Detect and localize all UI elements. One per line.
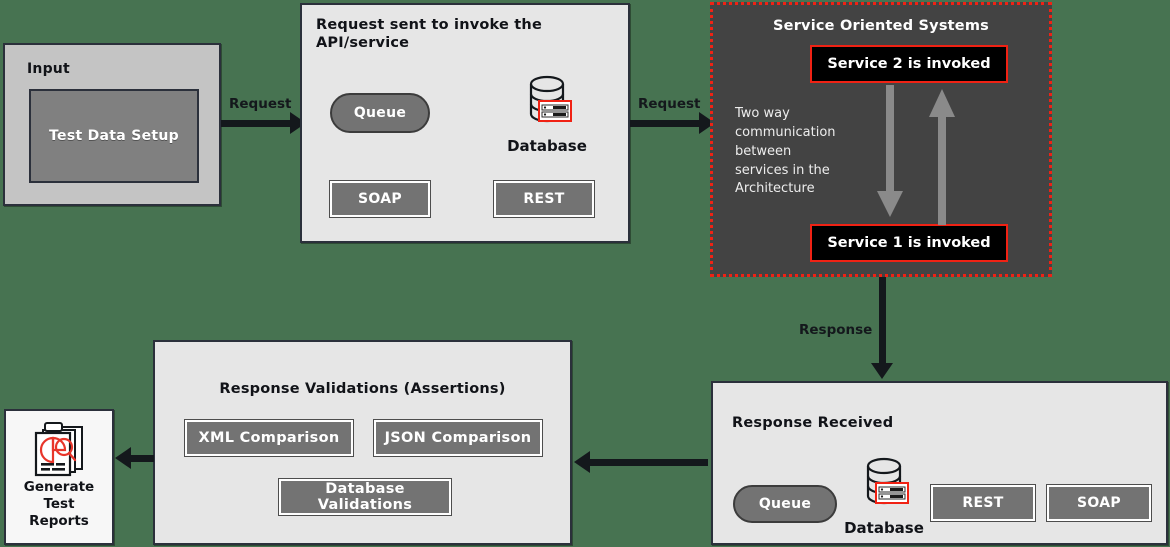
response-received-panel: Response Received Queue REST SOAP Databa…: [711, 381, 1168, 545]
reports-label-line-2: Test: [43, 495, 75, 512]
arrow-response-to-validations-line: [589, 459, 708, 466]
queue-chip-request: Queue: [330, 93, 430, 133]
response-received-title: Response Received: [732, 415, 894, 431]
database-icon: [519, 75, 575, 135]
service-1-box: Service 1 is invoked: [810, 224, 1008, 262]
response-validations-title: Response Validations (Assertions): [219, 381, 506, 397]
soap-chip-response: SOAP: [1046, 484, 1152, 522]
xml-comparison-chip: XML Comparison: [184, 419, 354, 457]
response-validations-panel: Response Validations (Assertions) XML Co…: [153, 340, 572, 545]
input-panel: Input Test Data Setup: [3, 43, 221, 206]
generate-test-reports-label: Generate Test Reports: [6, 479, 112, 530]
rest-chip-request: REST: [493, 180, 595, 218]
arrow-service2-to-service1: [873, 85, 907, 229]
arrow-label-request-1: Request: [229, 96, 292, 112]
queue-chip-response: Queue: [733, 485, 837, 523]
service-2-box: Service 2 is invoked: [810, 45, 1008, 83]
database-validations-chip: Database Validations: [278, 478, 452, 516]
generate-test-reports-panel: Generate Test Reports: [4, 409, 114, 545]
database-label-response: Database: [844, 519, 924, 537]
arrow-validations-to-reports-head: [115, 447, 131, 469]
database-label-request: Database: [507, 137, 587, 155]
soa-note-text: Two way communication between services i…: [735, 106, 836, 197]
database-group-request: Database: [507, 73, 587, 155]
json-comparison-chip: JSON Comparison: [373, 419, 543, 457]
diagram-canvas: Input Test Data Setup Request Request se…: [0, 0, 1170, 547]
service-oriented-systems-panel: Service Oriented Systems Service 2 is in…: [710, 2, 1052, 277]
request-sent-title: Request sent to invoke the API/service: [316, 17, 542, 52]
arrow-validations-to-reports-line: [130, 455, 154, 462]
soa-title: Service Oriented Systems: [773, 18, 989, 34]
input-title: Input: [27, 61, 70, 77]
arrow-label-request-2: Request: [638, 96, 701, 112]
arrow-service1-to-service2: [925, 83, 959, 229]
arrow-request-to-soa-line: [630, 120, 702, 127]
arrow-response-to-validations-head: [574, 451, 590, 473]
arrow-label-response: Response: [799, 322, 873, 338]
report-clipboard-icon: [28, 421, 90, 483]
database-icon: [856, 457, 912, 517]
soap-chip-request: SOAP: [329, 180, 431, 218]
rest-chip-response: REST: [930, 484, 1036, 522]
arrow-soa-to-response-head: [871, 363, 893, 379]
request-sent-panel: Request sent to invoke the API/service Q…: [300, 3, 630, 243]
arrow-soa-to-response-line: [879, 277, 886, 367]
arrow-input-to-request-line: [221, 120, 293, 127]
reports-label-line-1: Generate: [23, 479, 95, 495]
test-data-setup-box: Test Data Setup: [29, 89, 199, 183]
database-group-response: Database: [841, 455, 927, 537]
reports-label-line-3: Reports: [29, 512, 89, 529]
